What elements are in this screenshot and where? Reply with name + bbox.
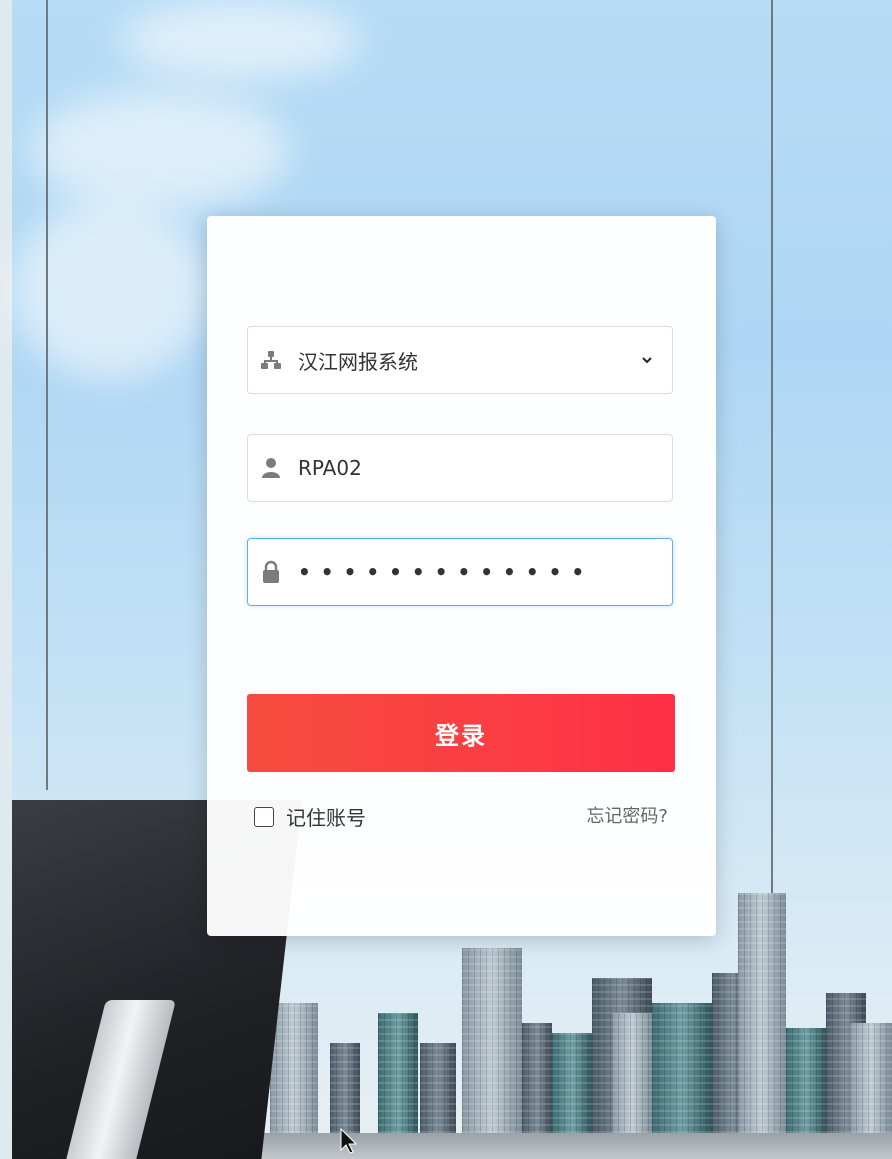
cloud bbox=[120, 0, 360, 80]
username-value: RPA02 bbox=[298, 456, 362, 480]
username-field[interactable]: RPA02 bbox=[247, 434, 673, 502]
remember-label: 记住账号 bbox=[286, 806, 366, 830]
system-select-value: 汉江网报系统 bbox=[298, 349, 418, 374]
password-masked-value: ••••••••••••• bbox=[298, 560, 595, 584]
lock-icon bbox=[260, 560, 282, 584]
cloud bbox=[30, 90, 290, 210]
mouse-cursor-icon bbox=[340, 1128, 358, 1154]
remember-checkbox[interactable] bbox=[254, 806, 274, 827]
sitemap-icon bbox=[260, 348, 282, 372]
chevron-down-icon[interactable] bbox=[642, 355, 652, 365]
left-frame-edge bbox=[0, 0, 12, 1159]
forgot-password-link[interactable]: 忘记密码? bbox=[586, 802, 668, 828]
user-icon bbox=[260, 456, 282, 480]
login-card: 汉江网报系统 RPA02 ••••••••••••• 登录 记住账号 忘记密码? bbox=[207, 216, 716, 936]
remember-account[interactable]: 记住账号 bbox=[254, 802, 366, 831]
login-page-background: 汉江网报系统 RPA02 ••••••••••••• 登录 记住账号 忘记密码? bbox=[0, 0, 892, 1159]
login-button[interactable]: 登录 bbox=[247, 694, 675, 772]
window-pillar-left bbox=[46, 0, 48, 790]
system-select[interactable]: 汉江网报系统 bbox=[247, 326, 673, 394]
password-field[interactable]: ••••••••••••• bbox=[247, 538, 673, 606]
cloud bbox=[10, 200, 210, 380]
